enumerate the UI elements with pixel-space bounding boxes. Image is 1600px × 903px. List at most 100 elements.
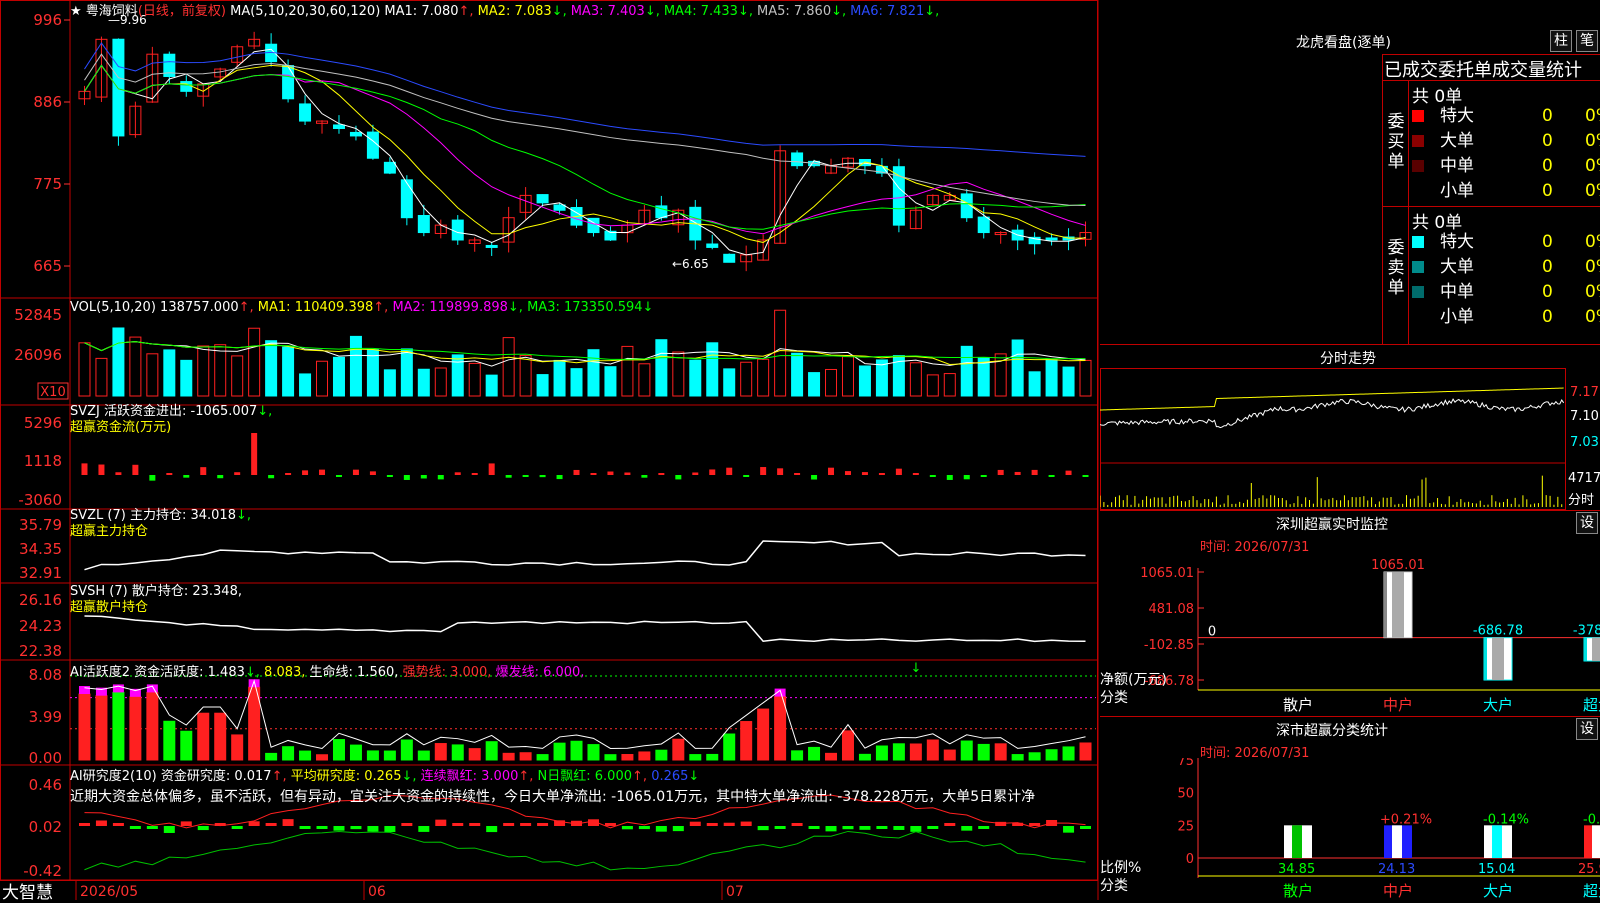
volume-bar [383, 369, 396, 397]
intraday-volume-label: 4717 [1568, 471, 1600, 486]
svzj-axis-label: -3060 [18, 491, 62, 509]
volume-bar [672, 351, 685, 397]
vol-ma2: MA2: 119899.898 [392, 300, 508, 315]
monitor-axis-label: 1065.01 [1140, 566, 1194, 581]
ai2-axis-label: 0.02 [29, 818, 62, 836]
volume-ma-line [84, 341, 1086, 367]
order-count: 0 [1542, 307, 1553, 327]
candle-body [332, 124, 345, 130]
money-flow-bar [505, 475, 512, 478]
date-axis-label: 06 [368, 884, 386, 900]
ai1-axis-label: 0.00 [29, 749, 62, 767]
money-flow-bar [335, 475, 342, 477]
order-type: 特大 [1440, 106, 1474, 126]
monitor-axis-label: -102.85 [1144, 638, 1194, 653]
vol-ma3: MA3: 173350.594 [527, 300, 643, 315]
research-bar [825, 826, 837, 832]
money-flow-bar [454, 472, 461, 475]
svzj-axis-label: 1118 [24, 452, 62, 470]
research-bar [621, 826, 633, 830]
activity-bar [926, 739, 939, 761]
money-flow-bar [166, 473, 173, 475]
brand-label: 大智慧 [2, 883, 53, 903]
intraday-chart[interactable]: 7.17 7.10 7.03 4717 分时 [1100, 368, 1600, 510]
volume-bar [434, 367, 447, 397]
tick-mode-button[interactable]: 笔 [1576, 30, 1598, 52]
volume-bar [451, 354, 464, 397]
volume-bar [536, 374, 549, 397]
buy-order-table: 特大 0 0% 大单 0 0% 中单 0 0% 小单 0 0% [1412, 104, 1600, 204]
svzj-label: SVZJ 活跃资金进出: -1065.007 [70, 404, 258, 419]
order-color-swatch [1412, 185, 1424, 197]
classify-bar-shade [1392, 825, 1402, 858]
activity-bar [960, 740, 973, 761]
activity-bar [434, 743, 447, 761]
candle-body [299, 103, 312, 122]
research-bar [791, 823, 803, 826]
order-percent: 0% [1585, 131, 1600, 151]
research-bar [265, 823, 277, 826]
monitor-category-label: 散户 [1283, 696, 1313, 714]
research-bar [78, 823, 90, 826]
volume-bar [1062, 366, 1075, 397]
classify-change-label: -0.08% [1583, 812, 1600, 827]
money-flow-bar [1014, 471, 1021, 475]
volume-bar [366, 349, 379, 397]
money-flow-bar [302, 470, 309, 475]
research-bar [978, 826, 990, 829]
candle-body [383, 161, 396, 174]
money-flow-bar [607, 471, 614, 475]
ma-value-1: MA1: 7.080↑, [384, 4, 474, 19]
intraday-title: 分时走势 [1320, 351, 1376, 367]
research-bar [604, 823, 616, 826]
order-row: 小单 0 0% [1412, 179, 1600, 203]
money-flow-bar [777, 468, 784, 475]
money-flow-bar [132, 464, 139, 475]
volume-bar [808, 372, 821, 397]
volume-bar [349, 335, 362, 397]
volume-bar [502, 337, 515, 397]
research-bar [638, 826, 650, 830]
svsh-label: SVSH (7) 散户持仓: 23.348, [70, 584, 242, 599]
classify-category-label: 大户 [1483, 882, 1513, 900]
activity-bar [841, 730, 854, 761]
order-color-swatch [1412, 236, 1424, 248]
monitor-settings-button[interactable]: 设 [1576, 512, 1598, 534]
activity-bar [112, 691, 125, 761]
money-flow-bar [844, 471, 851, 475]
candle-body [282, 65, 295, 100]
bar-mode-button[interactable]: 柱 [1550, 30, 1572, 52]
ma-value-3: MA3: 7.403↓, [570, 4, 660, 19]
order-color-swatch [1412, 110, 1424, 122]
classify-settings-button[interactable]: 设 [1576, 718, 1598, 740]
money-flow-bar [98, 464, 105, 475]
order-count: 0 [1542, 131, 1553, 151]
candle-body [536, 194, 549, 204]
order-count: 0 [1542, 181, 1553, 201]
candle-body [417, 215, 430, 234]
volume-bar [231, 355, 244, 397]
volume-bar [299, 373, 312, 397]
main-holding-line [84, 540, 1086, 571]
activity-bar [1079, 742, 1092, 761]
monitor-category-label: 超大 [1583, 696, 1600, 714]
activity-bar [892, 743, 905, 761]
classify-category-label: 散户 [1283, 882, 1313, 900]
volume-bar [943, 373, 956, 397]
vol-label: VOL(5,10,20) [70, 300, 156, 315]
monitor-axis-label: 481.08 [1149, 602, 1195, 617]
intraday-price-label: 7.10 [1570, 409, 1599, 424]
volume-bar [825, 368, 838, 397]
research-bar [740, 821, 752, 826]
activity-burst-cap [112, 684, 124, 693]
research-bar [774, 826, 786, 829]
volume-bar [858, 365, 871, 397]
money-flow-bar [369, 471, 376, 475]
money-flow-bar [149, 475, 156, 481]
order-type: 中单 [1440, 282, 1474, 302]
money-flow-bar [217, 475, 224, 479]
activity-bar [180, 730, 193, 761]
research-bar [520, 823, 532, 826]
volume-bar [960, 345, 973, 397]
research-bar [723, 822, 735, 826]
